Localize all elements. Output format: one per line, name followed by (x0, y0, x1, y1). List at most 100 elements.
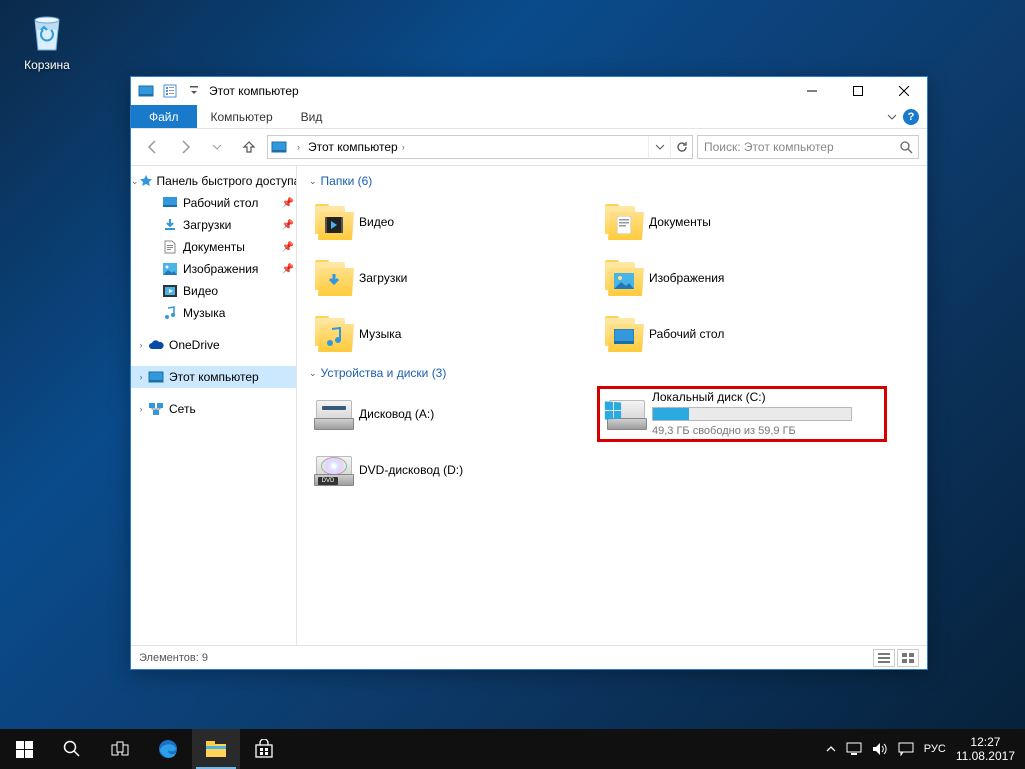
recycle-bin-icon (23, 8, 71, 56)
help-button[interactable]: ? (903, 109, 919, 125)
content-pane: ⌄ Папки (6) Видео Документы Загрузки (297, 166, 927, 645)
ribbon: Файл Компьютер Вид ? (131, 105, 927, 129)
search-icon (894, 140, 918, 154)
breadcrumb-root[interactable]: Этот компьютер› (304, 140, 409, 154)
explorer-window: Этот компьютер Файл Компьютер Вид ? › Эт… (130, 76, 928, 670)
tray-chevron-up-icon[interactable] (826, 744, 836, 754)
status-count: Элементов: 9 (139, 652, 208, 664)
tree-documents[interactable]: Документы 📌 (131, 236, 296, 258)
ribbon-file-tab[interactable]: Файл (131, 105, 197, 128)
tree-videos[interactable]: Видео (131, 280, 296, 302)
taskbar-store[interactable] (240, 729, 288, 769)
tray-volume-icon[interactable] (872, 742, 888, 756)
videos-icon (161, 283, 179, 299)
tree-music[interactable]: Музыка (131, 302, 296, 324)
folder-icon (599, 254, 649, 302)
this-pc-icon (147, 369, 165, 385)
taskbar-edge[interactable] (144, 729, 192, 769)
navigation-pane: ⌄ Панель быстрого доступа Рабочий стол 📌… (131, 166, 297, 645)
status-bar: Элементов: 9 (131, 645, 927, 669)
tray-clock[interactable]: 12:27 11.08.2017 (956, 735, 1015, 763)
tree-onedrive[interactable]: › OneDrive (131, 334, 296, 356)
ribbon-tab-computer[interactable]: Компьютер (197, 105, 287, 128)
task-view-button[interactable] (96, 729, 144, 769)
desktop-icon (161, 195, 179, 211)
drive-dvd[interactable]: DVD DVD-дисковод (D:) (307, 442, 597, 498)
folder-documents[interactable]: Документы (597, 194, 887, 250)
tray-language[interactable]: РУС (924, 743, 946, 755)
desktop-recycle-bin-label: Корзина (12, 58, 82, 72)
view-details-button[interactable] (873, 649, 895, 667)
drive-c-label: Локальный диск (C:) (652, 389, 882, 405)
group-header-devices[interactable]: ⌄ Устройства и диски (3) (307, 362, 917, 386)
pictures-icon (161, 261, 179, 277)
dvd-drive-icon: DVD (309, 446, 359, 494)
pin-icon: 📌 (282, 264, 294, 275)
downloads-icon (161, 217, 179, 233)
tray-action-center-icon[interactable] (898, 742, 914, 756)
taskbar: РУС 12:27 11.08.2017 (0, 729, 1025, 769)
drive-c-sublabel: 49,3 ГБ свободно из 59,9 ГБ (652, 423, 882, 439)
maximize-button[interactable] (835, 77, 881, 105)
taskbar-search-button[interactable] (48, 729, 96, 769)
minimize-button[interactable] (789, 77, 835, 105)
nav-up-button[interactable] (235, 133, 263, 161)
folder-icon (309, 310, 359, 358)
tree-network[interactable]: › Сеть (131, 398, 296, 420)
titlebar: Этот компьютер (131, 77, 927, 105)
group-header-folders[interactable]: ⌄ Папки (6) (307, 170, 917, 194)
folder-downloads[interactable]: Загрузки (307, 250, 597, 306)
documents-icon (161, 239, 179, 255)
folder-icon (309, 254, 359, 302)
system-menu-icon[interactable] (135, 80, 157, 102)
tray-network-icon[interactable] (846, 742, 862, 756)
qat-properties-icon[interactable] (159, 80, 181, 102)
search-placeholder: Поиск: Этот компьютер (704, 140, 834, 154)
qat-dropdown-icon[interactable] (183, 80, 205, 102)
folder-icon (599, 198, 649, 246)
view-tiles-button[interactable] (897, 649, 919, 667)
nav-back-button[interactable] (139, 133, 167, 161)
nav-recent-dropdown[interactable] (203, 133, 231, 161)
breadcrumb-separator[interactable]: › (291, 142, 304, 152)
address-history-dropdown[interactable] (648, 136, 670, 158)
tree-downloads[interactable]: Загрузки 📌 (131, 214, 296, 236)
start-button[interactable] (0, 729, 48, 769)
floppy-drive-icon (309, 390, 359, 438)
folder-pictures[interactable]: Изображения (597, 250, 887, 306)
folder-icon (309, 198, 359, 246)
window-title: Этот компьютер (205, 84, 789, 98)
tree-pictures[interactable]: Изображения 📌 (131, 258, 296, 280)
drive-c-highlighted[interactable]: Локальный диск (C:) 49,3 ГБ свободно из … (597, 386, 887, 442)
nav-forward-button[interactable] (171, 133, 199, 161)
pin-icon: 📌 (282, 198, 294, 209)
star-icon (139, 173, 153, 189)
folder-desktop[interactable]: Рабочий стол (597, 306, 887, 362)
pin-icon: 📌 (282, 220, 294, 231)
close-button[interactable] (881, 77, 927, 105)
ribbon-expand-icon[interactable] (887, 112, 897, 122)
tree-this-pc[interactable]: › Этот компьютер (131, 366, 296, 388)
search-box[interactable]: Поиск: Этот компьютер (697, 135, 919, 159)
address-bar[interactable]: › Этот компьютер› (267, 135, 693, 159)
tree-desktop[interactable]: Рабочий стол 📌 (131, 192, 296, 214)
chevron-down-icon: ⌄ (309, 368, 317, 379)
disk-usage-bar (652, 407, 852, 421)
folder-music[interactable]: Музыка (307, 306, 597, 362)
folder-icon (599, 310, 649, 358)
taskbar-explorer[interactable] (192, 729, 240, 769)
network-icon (147, 401, 165, 417)
folder-videos[interactable]: Видео (307, 194, 597, 250)
ribbon-tab-view[interactable]: Вид (287, 105, 337, 128)
chevron-down-icon: ⌄ (309, 176, 317, 187)
desktop-recycle-bin[interactable]: Корзина (12, 8, 82, 72)
nav-toolbar: › Этот компьютер› Поиск: Этот компьютер (131, 129, 927, 165)
pin-icon: 📌 (282, 242, 294, 253)
system-tray: РУС 12:27 11.08.2017 (826, 735, 1025, 763)
onedrive-icon (147, 337, 165, 353)
music-icon (161, 305, 179, 321)
drive-floppy[interactable]: Дисковод (A:) (307, 386, 597, 442)
quick-access-toolbar (131, 80, 205, 102)
refresh-button[interactable] (670, 136, 692, 158)
tree-quick-access[interactable]: ⌄ Панель быстрого доступа (131, 170, 296, 192)
